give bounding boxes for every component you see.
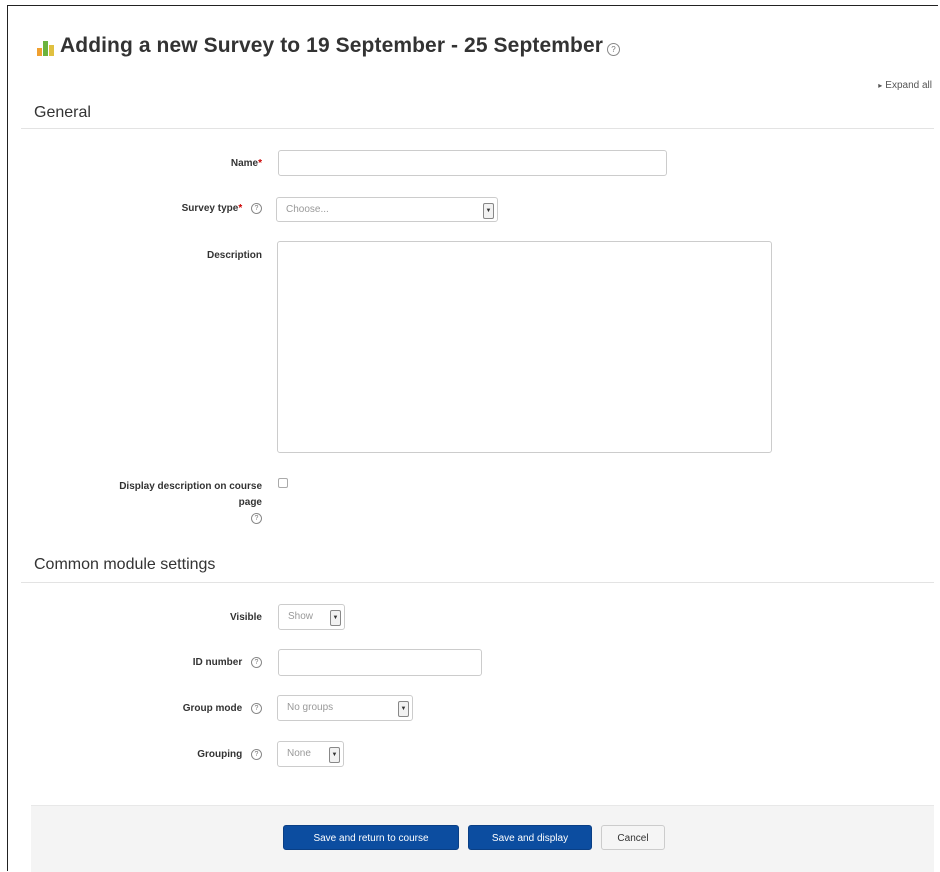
cancel-button[interactable]: Cancel	[601, 825, 665, 850]
dropdown-arrow-icon: ▼	[329, 747, 340, 763]
display-description-checkbox[interactable]	[278, 478, 288, 488]
required-mark: *	[258, 158, 262, 169]
page-header: Adding a new Survey to 19 September - 25…	[35, 34, 620, 58]
page-title: Adding a new Survey to 19 September - 25…	[60, 34, 603, 57]
idnumber-label: ID number ?	[120, 657, 262, 668]
dropdown-arrow-icon: ▼	[483, 203, 494, 219]
expand-all-label: Expand all	[885, 80, 932, 91]
section-divider	[21, 128, 934, 129]
help-icon[interactable]: ?	[251, 203, 262, 214]
required-mark: *	[238, 203, 243, 215]
visible-select[interactable]: Show ▼	[278, 604, 345, 630]
help-icon[interactable]: ?	[251, 749, 262, 760]
survey-type-label: Survey type* ?	[120, 203, 262, 214]
save-display-button[interactable]: Save and display	[468, 825, 592, 850]
survey-chart-icon	[35, 34, 57, 58]
help-icon[interactable]: ?	[607, 42, 620, 56]
survey-type-select[interactable]: Choose... ▼	[276, 197, 498, 222]
dropdown-arrow-icon: ▼	[330, 610, 341, 626]
section-divider	[21, 582, 934, 583]
dropdown-arrow-icon: ▼	[398, 701, 409, 717]
grouping-label: Grouping ?	[120, 749, 262, 760]
save-return-button[interactable]: Save and return to course	[283, 825, 459, 850]
help-icon[interactable]: ?	[251, 512, 262, 524]
description-label: Description	[206, 250, 262, 261]
description-textarea[interactable]	[277, 241, 772, 453]
groupmode-select[interactable]: No groups ▼	[277, 695, 413, 721]
display-description-label: Display description on course page ?	[119, 481, 262, 524]
section-common-header[interactable]: Common module settings	[34, 556, 215, 574]
groupmode-label: Group mode ?	[110, 703, 262, 714]
grouping-select[interactable]: None ▼	[277, 741, 344, 767]
expand-triangle-icon: ▸	[878, 81, 883, 90]
name-input[interactable]	[278, 150, 667, 176]
section-general-header[interactable]: General	[34, 104, 91, 122]
name-label: Name*	[230, 158, 262, 169]
help-icon[interactable]: ?	[251, 657, 262, 668]
visible-label: Visible	[229, 612, 262, 623]
idnumber-input[interactable]	[278, 649, 482, 676]
expand-all-link[interactable]: ▸ Expand all	[878, 80, 932, 91]
help-icon[interactable]: ?	[251, 703, 262, 714]
